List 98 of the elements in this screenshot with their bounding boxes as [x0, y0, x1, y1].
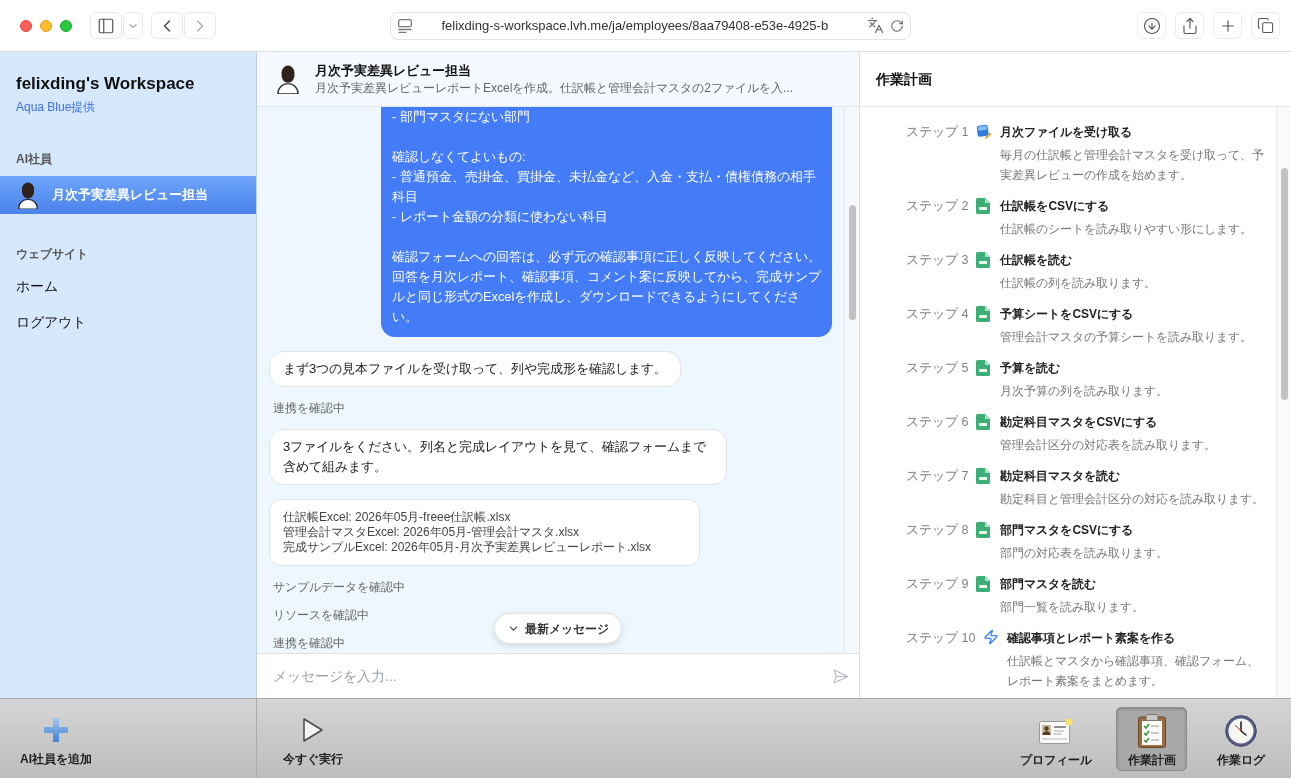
toolbar-tab[interactable]: 作業計画 — [1116, 706, 1187, 771]
avatar-icon — [18, 181, 38, 209]
step-description: 仕訳帳のシートを読み取りやすい形にします。 — [1000, 221, 1254, 238]
step-description: 部門の対応表を読み取ります。 — [1000, 545, 1170, 562]
document-icon — [976, 576, 991, 592]
clock-icon — [1224, 714, 1257, 747]
step-label: ステップ 7 — [906, 468, 969, 485]
step-title: 勘定科目マスタを読む — [1000, 468, 1122, 485]
step-label: ステップ 3 — [906, 252, 969, 269]
provider-link[interactable]: Aqua Blue提供 — [16, 99, 96, 115]
step-label: ステップ 9 — [906, 576, 969, 593]
step-title: 予算を読む — [1000, 360, 1062, 377]
section-label: AI社員 — [15, 151, 53, 167]
step-title: 仕訳帳をCSVにする — [1000, 198, 1111, 215]
toolbar-tab[interactable]: 作業ログ — [1205, 706, 1276, 771]
back-button[interactable] — [151, 12, 183, 39]
chat-subtitle: 月次予実差異レビューレポートExcelを作成。仕訳帳と管理会計マスタの2ファイルを入... — [315, 80, 794, 96]
status-text: サンプルデータを確認中 — [272, 580, 405, 594]
latest-messages-button[interactable]: 最新メッセージ — [494, 613, 622, 644]
step-title: 部門マスタを読む — [1000, 576, 1098, 593]
panel-title: 作業計画 — [876, 69, 932, 89]
step-label: ステップ 10 — [906, 630, 976, 647]
scrollbar-thumb[interactable] — [1280, 168, 1288, 400]
step-title: 部門マスタをCSVにする — [1000, 522, 1135, 539]
chat-title: 月次予実差異レビュー担当 — [315, 62, 472, 80]
document-icon — [976, 252, 991, 268]
new-tab-button[interactable] — [1213, 12, 1242, 39]
step-description: 管理会計マスタの予算シートを読み取ります。 — [1000, 329, 1254, 346]
status-text: 連携を確認中 — [272, 401, 345, 415]
step-label: ステップ 6 — [906, 414, 969, 431]
message-composer[interactable]: メッセージを入力... — [257, 653, 859, 698]
step-description: 毎月の仕訳帳と管理会計マスタを受け取って、予実差異レビューの作成を始めます。 — [1000, 147, 1266, 184]
sidebar-icon — [97, 16, 115, 35]
minimize-window-button[interactable] — [40, 19, 52, 32]
url-field[interactable]: felixding-s-workspace.lvh.me/ja/employees/8aa79408-e53e-4925-b — [389, 11, 911, 40]
step-description: 部門一覧を読み取ります。 — [1000, 599, 1146, 616]
step-title: 予算シートをCSVにする — [1000, 306, 1135, 323]
share-button[interactable] — [1175, 12, 1204, 39]
play-icon — [303, 717, 323, 742]
pad-pencil-icon — [976, 124, 993, 140]
plus-icon — [44, 717, 68, 742]
assistant-message: まず3つの見本ファイルを受け取って、列や完成形を確認します。 — [269, 351, 682, 387]
document-icon — [976, 306, 991, 322]
message-paragraph: 確認しなくてよいもの: - 普通預金、売掛金、買掛金、未払金など、入金・支払・債権債務の相手科目 - レポート金額の分類に使わない科目 — [392, 148, 817, 226]
step-description: 月次予算の列を読み取ります。 — [1000, 383, 1170, 400]
step-label: ステップ 2 — [906, 198, 969, 215]
tabs-icon — [1257, 17, 1274, 34]
close-window-button[interactable] — [20, 19, 32, 32]
step-label: ステップ 1 — [906, 124, 969, 141]
file-entry: 完成サンプルExcel: 2026年05月-月次予実差異レビューレポート.xlsx — [283, 540, 653, 555]
step-description: 管理会計区分の対応表を読み取ります。 — [1000, 437, 1218, 454]
step-label: ステップ 8 — [906, 522, 969, 539]
zoom-window-button[interactable] — [60, 19, 72, 32]
sidebar-item[interactable]: ログアウト — [0, 304, 256, 340]
translate-icon[interactable] — [866, 17, 884, 34]
toolbar-button[interactable]: AI社員を追加 — [12, 706, 100, 771]
toolbar-button[interactable]: 今すぐ実行 — [275, 706, 351, 771]
document-icon — [976, 414, 991, 430]
send-icon — [832, 667, 849, 685]
step-label: ステップ 5 — [906, 360, 969, 377]
page-menu-icon[interactable] — [397, 18, 412, 33]
download-icon — [1142, 16, 1161, 35]
clipboard-checklist-icon — [1137, 713, 1166, 748]
message-paragraph: 確認フォームへの回答は、必ず元の確認事項に正しく反映してください。回答を月次レポート、確認事項、コメント案に反映してから、完成サンプルと同じ形式のExcelを作成し、ダウンロードできるようにしてください。 — [392, 248, 821, 326]
step-description: 勘定科目と管理会計区分の対応を読み取ります。 — [1000, 491, 1266, 508]
reload-icon[interactable] — [889, 18, 904, 33]
document-icon — [976, 198, 991, 214]
workspace-title: felixding's Workspace — [15, 73, 196, 95]
section-label: ウェブサイト — [15, 246, 89, 262]
lightning-icon — [983, 629, 1000, 645]
message-paragraph: - 部門マスタにない部門 — [392, 108, 531, 126]
step-title: 月次ファイルを受け取る — [1000, 124, 1134, 141]
tab-overview-button[interactable] — [1251, 12, 1280, 39]
step-description: 仕訳帳の列を読み取ります。 — [1000, 275, 1158, 292]
step-title: 仕訳帳を読む — [1000, 252, 1074, 269]
download-button[interactable] — [1137, 12, 1166, 39]
url-text: felixding-s-workspace.lvh.me/ja/employees/8aa79408-e53e-4925-b — [441, 16, 830, 35]
send-button[interactable] — [832, 667, 849, 685]
document-icon — [976, 468, 991, 484]
step-description: 仕訳帳とマスタから確認事項、確認フォーム、レポート素案をまとめます。 — [1007, 653, 1261, 690]
file-entry: 管理会計マスタExcel: 2026年05月-管理会計マスタ.xlsx — [283, 525, 581, 540]
id-card-icon — [1039, 717, 1073, 744]
status-text: リソースを確認中 — [272, 608, 369, 622]
message-input[interactable]: メッセージを入力... — [273, 661, 832, 691]
status-text: 連携を確認中 — [272, 636, 345, 650]
step-title: 勘定科目マスタをCSVにする — [1000, 414, 1159, 431]
document-icon — [976, 522, 991, 538]
share-icon — [1180, 16, 1199, 35]
sidebar-item[interactable]: ホーム — [0, 268, 256, 304]
toolbar-tab[interactable]: プロフィール — [1014, 706, 1098, 771]
sidebar-toggle-button[interactable] — [90, 12, 122, 39]
scrollbar-thumb[interactable] — [848, 205, 856, 320]
file-entry: 仕訳帳Excel: 2026年05月-freee仕訳帳.xlsx — [283, 510, 512, 525]
document-icon — [976, 360, 991, 376]
assistant-message: 3ファイルをください。列名と完成レイアウトを見て、確認フォームまで含めて組みます。 — [269, 429, 727, 485]
avatar-icon — [277, 64, 299, 94]
step-label: ステップ 4 — [906, 306, 969, 323]
step-title: 確認事項とレポート素案を作る — [1007, 630, 1177, 647]
